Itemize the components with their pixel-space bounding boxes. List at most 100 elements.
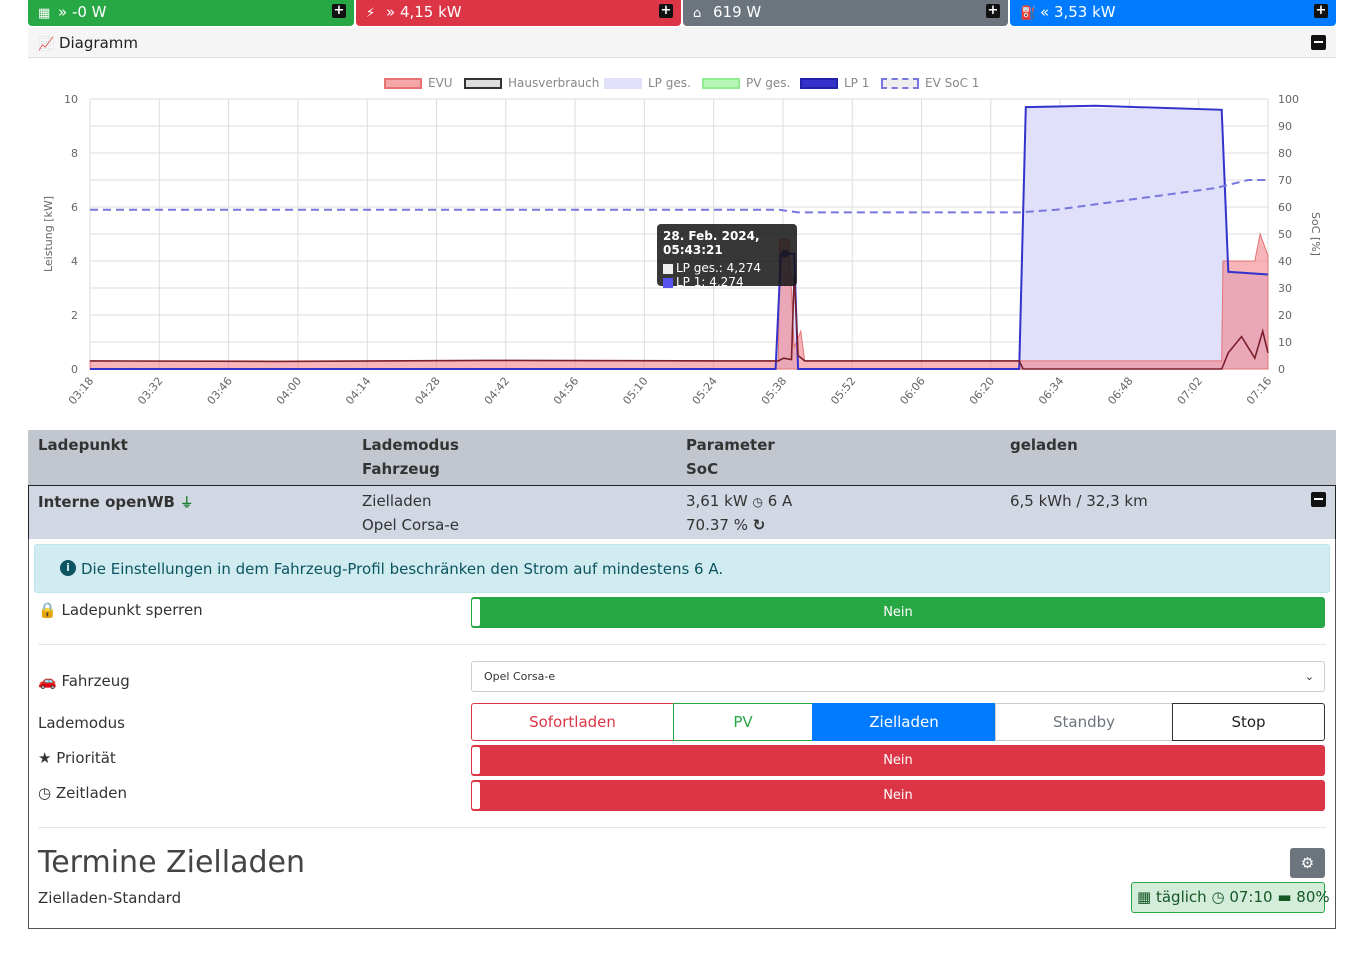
expand-icon[interactable]: + [986,4,1000,18]
row-mode: Zielladen [362,492,432,510]
top-card-chargepoint-value: 3,53 kW [1053,3,1116,21]
diagram-title: 📈 Diagramm [38,34,138,52]
y-tick-right: 80 [1278,147,1292,160]
car-icon: 🚗 [38,672,57,690]
y-tick-right: 100 [1278,93,1299,106]
th-lademodus: Lademodus [362,436,459,454]
top-card-evu[interactable]: ⚡ » 4,15 kW + [356,0,681,26]
x-tick: 06:34 [1036,375,1066,408]
x-tick: 06:06 [897,375,927,408]
charging-station-icon: ⛽ [1020,6,1037,21]
lock-toggle[interactable]: Nein [471,597,1325,628]
priority-label: ★ Priorität [38,749,116,767]
x-tick: 04:56 [551,375,581,408]
top-card-evu-value: 4,15 kW [399,3,462,21]
schedule-settings-button[interactable]: ⚙ [1290,848,1325,878]
y-tick-right: 50 [1278,228,1292,241]
x-tick: 04:42 [482,375,512,408]
x-tick: 04:28 [412,375,442,408]
y-tick-right: 70 [1278,174,1292,187]
vehicle-select[interactable]: Opel Corsa-e ⌄ [471,661,1325,692]
x-tick: 05:38 [759,375,789,408]
arrow-left-icon: « [1040,3,1054,21]
th-soc: SoC [686,460,719,478]
x-tick: 03:32 [135,375,165,408]
top-card-home-value: 619 W [713,3,762,21]
top-card-home[interactable]: ⌂ 619 W + [683,0,1008,26]
chart-tooltip: 28. Feb. 2024, 05:43:21 LP ges.: 4,274 L… [657,224,797,289]
clock-icon: ◷ [38,784,52,802]
x-tick: 05:52 [828,375,858,408]
schedule-badge[interactable]: ▦ täglich ◷ 07:10 ▬ 80% [1131,882,1330,913]
chargepoint-row[interactable]: Interne openWB ⏚ Zielladen Opel Corsa-e … [28,485,1336,539]
chargepoint-name: Interne openWB ⏚ [38,493,194,511]
y-tick-left: 8 [71,147,78,160]
schedule-name: Zielladen-Standard [38,889,182,907]
gauge-icon: ◷ [752,495,763,509]
x-tick: 07:16 [1244,375,1274,408]
lock-label: 🔒 Ladepunkt sperren [38,601,203,619]
x-tick: 04:14 [343,375,373,408]
refresh-icon[interactable]: ↻ [753,516,766,534]
home-icon: ⌂ [693,6,702,21]
plug-icon: ⏚ [180,496,194,511]
y-tick-right: 60 [1278,201,1292,214]
th-fahrzeug: Fahrzeug [362,460,440,478]
top-card-chargepoint[interactable]: ⛽ « 3,53 kW + [1010,0,1336,26]
y-tick-left: 10 [64,93,78,106]
th-parameter: Parameter [686,436,775,454]
calendar-icon: ▦ [1137,888,1152,906]
priority-toggle[interactable]: Nein [471,745,1325,776]
arrow-right-icon: » [386,3,400,21]
row-power: 3,61 kW ◷ 6 A [686,492,793,510]
row-charged: 6,5 kWh / 32,3 km [1010,492,1148,510]
expand-icon[interactable]: + [1314,4,1328,18]
grid-meter-icon: ▦ [38,6,51,21]
mode-zielladen-button[interactable]: Zielladen [812,703,996,741]
y-axis-label-right: SoC [%] [1309,212,1322,256]
y-tick-left: 6 [71,201,78,214]
chevron-down-icon: ⌄ [1304,670,1314,683]
x-tick: 07:02 [1175,375,1205,408]
info-icon: i [60,560,76,576]
y-axis-label-left: Leistung [kW] [42,196,55,272]
y-tick-left: 4 [71,255,78,268]
y-tick-right: 0 [1278,363,1285,376]
x-tick: 06:20 [967,375,997,408]
mode-stop-button[interactable]: Stop [1172,703,1325,741]
mode-pv-button[interactable]: PV [673,703,813,741]
collapse-row-button[interactable] [1311,492,1326,507]
collapse-diagram-button[interactable] [1311,35,1326,50]
x-tick: 03:46 [205,375,235,408]
x-tick: 03:18 [66,375,96,408]
top-card-grid[interactable]: ▦ » -0 W + [28,0,354,26]
th-geladen: geladen [1010,436,1078,454]
timed-toggle[interactable]: Nein [471,780,1325,811]
expand-icon[interactable]: + [659,4,673,18]
expand-icon[interactable]: + [332,4,346,18]
th-ladepunkt: Ladepunkt [38,436,128,454]
arrow-right-icon: » [58,3,72,21]
timed-label: ◷ Zeitladen [38,784,128,802]
cogs-icon: ⚙ [1300,854,1315,872]
x-tick: 05:24 [690,375,720,408]
chargepoint-table-header: Ladepunkt Lademodus Fahrzeug Parameter S… [28,430,1336,485]
x-tick: 06:48 [1105,375,1135,408]
lock-icon: 🔒 [38,601,57,619]
row-soc: 70.37 % ↻ [686,516,766,534]
y-tick-left: 2 [71,309,78,322]
y-tick-left: 0 [71,363,78,376]
power-tower-icon: ⚡ [366,6,376,21]
clock-icon: ◷ [1211,888,1225,906]
mode-standby-button[interactable]: Standby [995,703,1173,741]
diagram-header[interactable] [28,27,1336,58]
y-tick-right: 90 [1278,120,1292,133]
y-tick-right: 10 [1278,336,1292,349]
row-vehicle: Opel Corsa-e [362,516,459,534]
star-icon: ★ [38,749,52,767]
y-tick-right: 40 [1278,255,1292,268]
mode-sofortladen-button[interactable]: Sofortladen [471,703,674,741]
y-tick-right: 20 [1278,309,1292,322]
info-alert: i Die Einstellungen in dem Fahrzeug-Prof… [34,544,1330,593]
vehicle-label: 🚗 Fahrzeug [38,672,130,690]
